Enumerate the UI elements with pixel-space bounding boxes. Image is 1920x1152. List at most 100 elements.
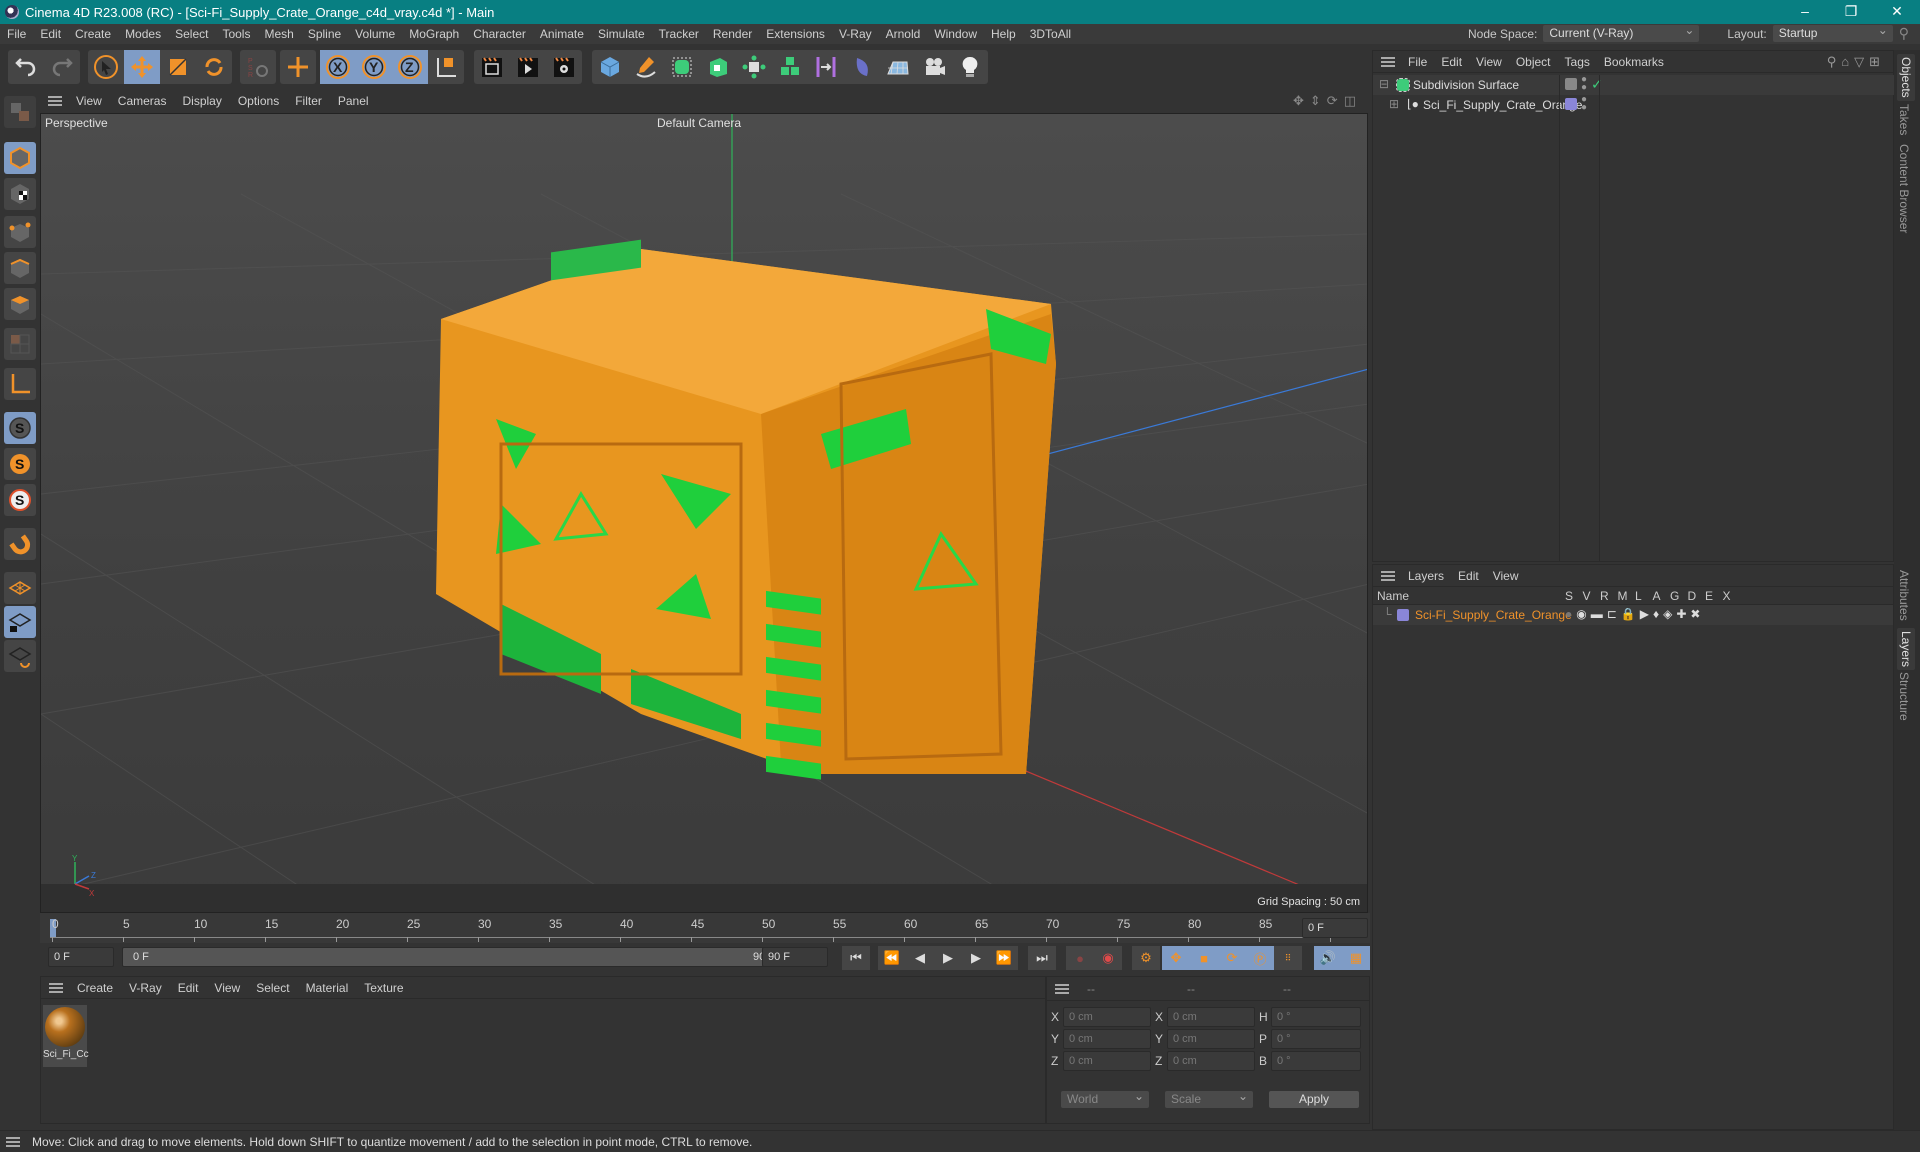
menu-simulate[interactable]: Simulate — [591, 27, 652, 41]
layer-column-header[interactable]: L — [1635, 589, 1642, 603]
goto-start-button[interactable]: ⏮ — [842, 946, 870, 970]
next-frame-button[interactable]: ▶ — [962, 946, 990, 970]
rotate-tool-button[interactable] — [196, 50, 232, 84]
uv-mode-button[interactable] — [4, 328, 36, 360]
key-pla-button[interactable]: ⠿ — [1274, 946, 1302, 970]
coord-space-select[interactable]: World — [1061, 1088, 1149, 1108]
manager-hierarchy-icon[interactable]: ⊏ — [1607, 607, 1621, 621]
record-keys-button[interactable]: ● — [1066, 946, 1094, 970]
object-row-subdivision[interactable]: ⊟ Subdivision Surface ● ● ✓ — [1373, 75, 1895, 95]
key-rotation-button[interactable]: ⟳ — [1218, 946, 1246, 970]
psr-button[interactable]: PSR — [240, 50, 276, 84]
object-menu-tags[interactable]: Tags — [1558, 55, 1597, 69]
light-button[interactable] — [952, 50, 988, 84]
viewport-menu-display[interactable]: Display — [174, 94, 229, 108]
menu-file[interactable]: File — [0, 27, 33, 41]
dolly-view-icon[interactable]: ⇕ — [1310, 93, 1327, 108]
material-menu-edit[interactable]: Edit — [170, 981, 207, 995]
key-scale-button[interactable]: ■ — [1190, 946, 1218, 970]
deformer-layer-icon[interactable]: ◈ — [1663, 607, 1676, 621]
menu-window[interactable]: Window — [927, 27, 984, 41]
size-field[interactable]: 0 cm — [1167, 1051, 1255, 1071]
menu-create[interactable]: Create — [68, 27, 118, 41]
current-frame-field[interactable]: 0 F — [48, 947, 114, 967]
add-move-button[interactable] — [280, 50, 316, 84]
tab-structure[interactable]: Structure — [1897, 672, 1911, 721]
material-menu-icon[interactable] — [49, 982, 63, 993]
menu-modes[interactable]: Modes — [118, 27, 168, 41]
position-field[interactable]: 0 cm — [1063, 1029, 1151, 1049]
play-button[interactable]: ▶ — [934, 946, 962, 970]
key-parameter-button[interactable]: Ⓟ — [1246, 946, 1274, 970]
next-key-button[interactable]: ⏩ — [990, 946, 1018, 970]
menu-extensions[interactable]: Extensions — [759, 27, 832, 41]
material-menu-material[interactable]: Material — [298, 981, 357, 995]
viewport-menu-view[interactable]: View — [68, 94, 110, 108]
polygon-mode-button[interactable] — [4, 288, 36, 320]
cloner-button[interactable] — [736, 50, 772, 84]
coord-menu-icon[interactable] — [1055, 983, 1069, 994]
coordinate-system-button[interactable] — [428, 50, 464, 84]
layer-menu-layers[interactable]: Layers — [1401, 569, 1451, 583]
timeline-ruler[interactable]: 051015202530354045505560657075808590 — [40, 913, 1370, 943]
rotation-field[interactable]: 0 ° — [1271, 1029, 1361, 1049]
layer-menu-icon[interactable] — [1381, 570, 1395, 581]
camera-button[interactable] — [916, 50, 952, 84]
render-settings-button[interactable] — [546, 50, 582, 84]
viewport-menu-options[interactable]: Options — [230, 94, 287, 108]
material-menu-select[interactable]: Select — [248, 981, 297, 995]
minimize-button[interactable]: – — [1782, 0, 1828, 24]
mograph-button[interactable] — [772, 50, 808, 84]
edge-mode-button[interactable] — [4, 252, 36, 284]
solo-icon[interactable]: ● — [1565, 607, 1576, 621]
layer-column-header[interactable]: E — [1705, 589, 1713, 603]
snap-settings-button[interactable]: S — [4, 448, 36, 480]
autokey-button[interactable]: ◉ — [1094, 946, 1122, 970]
keyframe-selection-button[interactable]: ⚙ — [1132, 946, 1160, 970]
current-frame-display[interactable]: 0 F — [1302, 918, 1368, 938]
object-menu-edit[interactable]: Edit — [1434, 55, 1469, 69]
frame-range-slider[interactable]: 0 F 90 F — [122, 947, 790, 967]
layer-column-header[interactable]: D — [1688, 589, 1697, 603]
generator-icon[interactable]: ♦ — [1653, 607, 1663, 621]
rotation-field[interactable]: 0 ° — [1271, 1051, 1361, 1071]
menu-render[interactable]: Render — [706, 27, 759, 41]
viewport-menu-icon[interactable] — [48, 96, 62, 106]
home-icon[interactable]: ⌂ — [1841, 54, 1854, 69]
rotation-field[interactable]: 0 ° — [1271, 1007, 1361, 1027]
scale-tool-button[interactable] — [160, 50, 196, 84]
prev-key-button[interactable]: ⏪ — [878, 946, 906, 970]
layer-column-header[interactable]: G — [1670, 589, 1679, 603]
render-view-button[interactable] — [474, 50, 510, 84]
tab-attributes[interactable]: Attributes — [1897, 570, 1911, 621]
editor-visibility-toggle[interactable] — [1565, 78, 1577, 90]
sound-button[interactable]: 🔊 — [1314, 946, 1342, 970]
viewport-menu-panel[interactable]: Panel — [330, 94, 377, 108]
menu-arnold[interactable]: Arnold — [879, 27, 928, 41]
tab-layers[interactable]: Layers — [1897, 628, 1915, 671]
layer-column-header[interactable]: S — [1565, 589, 1573, 603]
layer-column-header[interactable]: M — [1618, 589, 1628, 603]
tab-objects[interactable]: Objects — [1897, 54, 1915, 101]
camera-label[interactable]: Default Camera — [657, 116, 741, 130]
layer-column-header[interactable]: A — [1653, 589, 1661, 603]
goto-end-button[interactable]: ⏭ — [1028, 946, 1056, 970]
material-menu-texture[interactable]: Texture — [356, 981, 411, 995]
material-swatch[interactable]: Sci_Fi_Cc — [43, 1005, 89, 1067]
menu-edit[interactable]: Edit — [33, 27, 68, 41]
filter-icon[interactable]: ▽ — [1854, 54, 1869, 69]
rotate-view-icon[interactable]: ⟳ — [1327, 93, 1344, 108]
render-clapper-icon[interactable]: ▬ — [1591, 607, 1607, 621]
pan-view-icon[interactable]: ✥ — [1293, 93, 1310, 108]
menu-character[interactable]: Character — [466, 27, 533, 41]
layer-column-header[interactable]: R — [1600, 589, 1609, 603]
layer-column-header[interactable]: Name — [1377, 589, 1409, 603]
expand-icon[interactable]: ⊞ — [1389, 97, 1399, 111]
soft-selection-button[interactable]: S — [4, 484, 36, 516]
layer-column-header[interactable]: V — [1583, 589, 1591, 603]
node-space-select[interactable]: Current (V-Ray) — [1543, 22, 1700, 42]
menu-3dtoall[interactable]: 3DToAll — [1023, 27, 1078, 41]
cube-button[interactable] — [592, 50, 628, 84]
coord-mode-select[interactable]: Scale — [1165, 1088, 1253, 1108]
extrude-button[interactable] — [700, 50, 736, 84]
